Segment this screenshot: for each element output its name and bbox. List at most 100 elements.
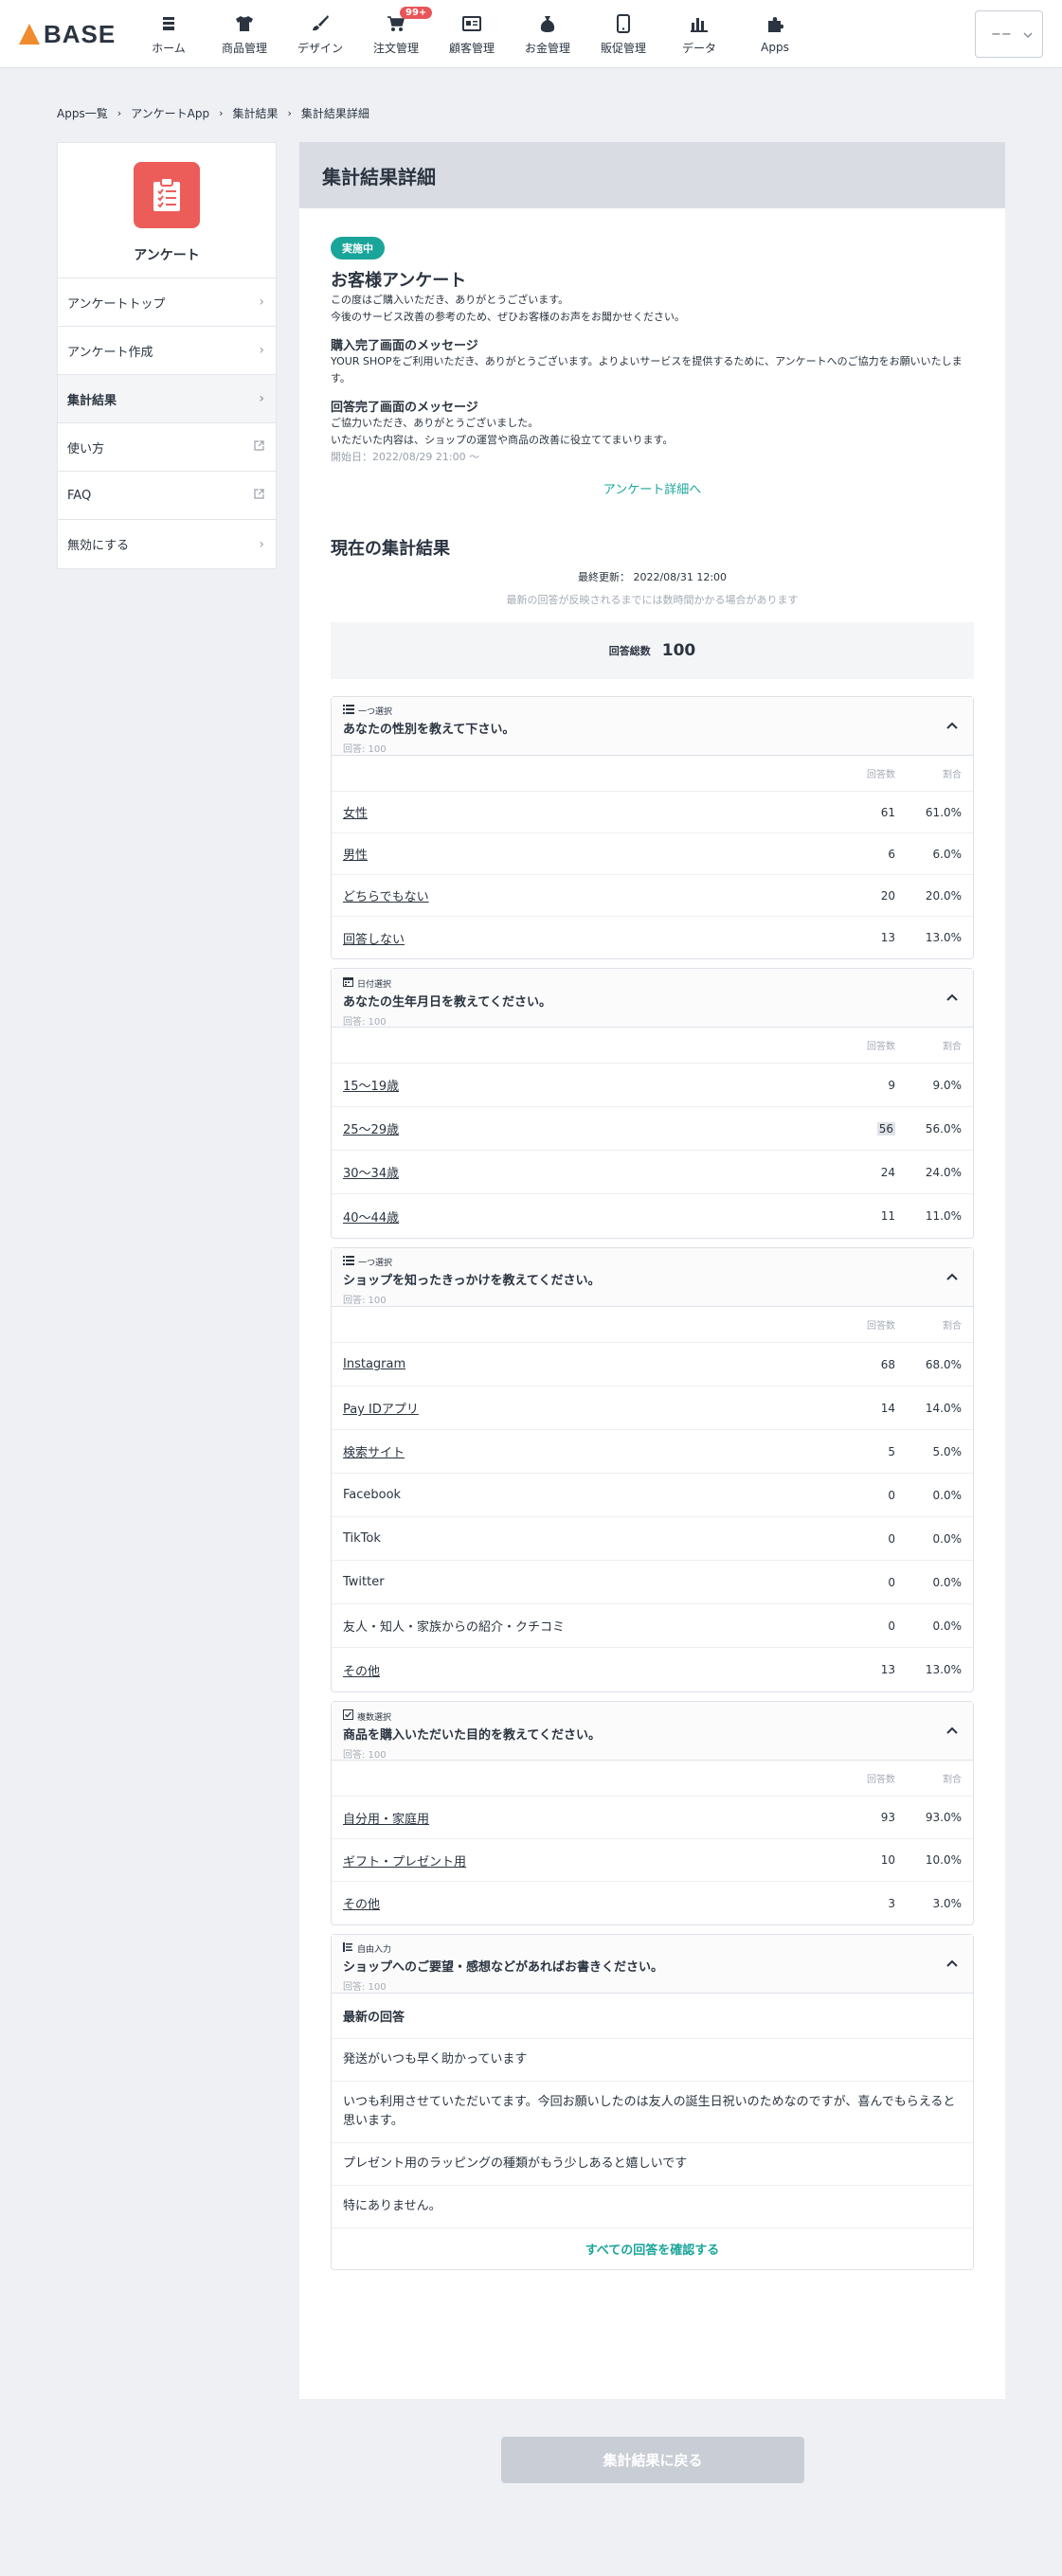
logo-text: BASE bbox=[44, 19, 117, 48]
lag-note: 最新の回答が反映されるまでには数時間かかる場合があります bbox=[506, 594, 799, 606]
option-count: 9 bbox=[838, 1079, 895, 1092]
sidebar-item-usage[interactable]: 使い方 bbox=[58, 423, 276, 472]
sidebar-item-label: アンケート作成 bbox=[67, 345, 153, 360]
option-label[interactable]: ギフト・プレゼント用 bbox=[343, 1852, 838, 1869]
purchase-message-title: 購入完了画面のメッセージ bbox=[331, 339, 478, 353]
nav-label: データ bbox=[681, 41, 716, 55]
question-card: 一つ選択 ショップを知ったきっかけを教えてください。 回答: 100 回答数 割合 Ins… bbox=[331, 1247, 974, 1692]
nav-customers[interactable]: 顧客管理 bbox=[434, 0, 510, 68]
table-row: Pay IDアプリ 14 14.0% bbox=[332, 1386, 973, 1430]
option-count: 0 bbox=[838, 1489, 895, 1502]
top-header: BASE ホーム 商品管理 デザイン 99+ 注文管理 顧客管理 お金管理 販促… bbox=[0, 0, 1062, 68]
option-label[interactable]: Instagram bbox=[343, 1357, 838, 1371]
question-title: ショップを知ったきっかけを教えてください。 bbox=[343, 1274, 601, 1288]
table-row: Instagram 68 68.0% bbox=[332, 1343, 973, 1386]
view-all-answers-link[interactable]: すべての回答を確認する bbox=[332, 2228, 973, 2269]
purchase-message: YOUR SHOPをご利用いただき、ありがとうございます。よりよいサービスを提供… bbox=[331, 355, 963, 385]
nav-apps[interactable]: Apps bbox=[737, 0, 813, 68]
option-label[interactable]: 40〜44歳 bbox=[343, 1208, 838, 1225]
sidebar-item-create[interactable]: アンケート作成 › bbox=[58, 327, 276, 375]
nav-home[interactable]: ホーム bbox=[131, 0, 207, 68]
option-count: 0 bbox=[838, 1576, 895, 1589]
customer-card-icon bbox=[461, 13, 482, 34]
question-header: 日付選択 あなたの生年月日を教えてください。 回答: 100 bbox=[332, 969, 973, 1028]
external-link-icon bbox=[254, 488, 264, 503]
status-badge: 実施中 bbox=[331, 237, 385, 259]
option-label[interactable]: 回答しない bbox=[343, 929, 838, 947]
logo-mark-icon bbox=[19, 24, 40, 45]
sidebar-item-results[interactable]: 集計結果 › bbox=[58, 375, 276, 423]
option-label: Twitter bbox=[343, 1575, 385, 1589]
option-ratio: 20.0% bbox=[925, 888, 962, 903]
option-count: 14 bbox=[838, 1402, 895, 1415]
collapse-chevron-up-icon[interactable] bbox=[945, 1269, 960, 1284]
option-label[interactable]: どちらでもない bbox=[343, 886, 838, 904]
question-count: 回答: 100 bbox=[343, 744, 387, 755]
question-count: 回答: 100 bbox=[343, 1750, 387, 1761]
collapse-chevron-up-icon[interactable] bbox=[945, 718, 960, 733]
base-logo[interactable]: BASE bbox=[19, 19, 116, 49]
option-label: Facebook bbox=[343, 1488, 402, 1502]
option-label[interactable]: 15〜19歳 bbox=[343, 1076, 838, 1094]
option-count: 3 bbox=[838, 1897, 895, 1910]
question-count: 回答: 100 bbox=[343, 1296, 387, 1306]
nav-products[interactable]: 商品管理 bbox=[207, 0, 282, 68]
breadcrumb-results[interactable]: 集計結果 bbox=[232, 105, 278, 121]
option-count: 5 bbox=[838, 1445, 895, 1458]
smartphone-icon bbox=[613, 13, 634, 34]
main-nav: ホーム 商品管理 デザイン 99+ 注文管理 顧客管理 お金管理 販促管理 デー… bbox=[131, 0, 813, 68]
collapse-chevron-up-icon[interactable] bbox=[945, 1956, 960, 1971]
money-bag-icon bbox=[537, 13, 558, 34]
breadcrumb-apps[interactable]: Apps一覧 bbox=[57, 105, 108, 121]
option-count: 56 bbox=[838, 1121, 895, 1136]
sidebar-item-label: アンケートトップ bbox=[67, 296, 166, 312]
table-row: 自分用・家庭用 93 93.0% bbox=[332, 1797, 973, 1839]
option-label[interactable]: 25〜29歳 bbox=[343, 1119, 838, 1137]
option-label[interactable]: 自分用・家庭用 bbox=[343, 1809, 838, 1827]
option-label[interactable]: Pay IDアプリ bbox=[343, 1399, 838, 1417]
option-ratio: 0.0% bbox=[932, 1575, 963, 1589]
sidebar-item-faq[interactable]: FAQ bbox=[58, 472, 276, 520]
survey-intro-2: 今後のサービス改善の参考のため、ぜひお客様のお声をお聞かせください。 bbox=[331, 311, 685, 323]
chevron-right-icon: › bbox=[117, 107, 122, 119]
sidebar-title: アンケート bbox=[134, 248, 200, 263]
question-card: 複数選択 商品を購入いただいた目的を教えてください。 回答: 100 回答数 割合 自分用… bbox=[331, 1701, 974, 1925]
main-content: 実施中 お客様アンケート この度はご購入いただき、ありがとうございます。 今後の… bbox=[299, 208, 1005, 2270]
nav-data[interactable]: データ bbox=[661, 0, 737, 68]
option-count-value: 0 bbox=[888, 1531, 895, 1546]
question-title: ショップへのご要望・感想などがあればお書きください。 bbox=[343, 1960, 664, 1975]
option-ratio: 93.0% bbox=[925, 1811, 962, 1824]
nav-label: Apps bbox=[761, 41, 789, 54]
results-title: 現在の集計結果 bbox=[331, 539, 450, 559]
option-count: 0 bbox=[838, 1619, 895, 1633]
sidebar-item-disable[interactable]: 無効にする › bbox=[58, 520, 276, 568]
table-row: 40〜44歳 11 11.0% bbox=[332, 1194, 973, 1238]
option-ratio: 56.0% bbox=[925, 1121, 962, 1136]
option-label: 友人・知人・家族からの紹介・クチコミ bbox=[343, 1620, 566, 1635]
option-count: 13 bbox=[838, 931, 895, 944]
option-count-value: 10 bbox=[880, 1853, 895, 1867]
question-header: 複数選択 商品を購入いただいた目的を教えてください。 回答: 100 bbox=[332, 1702, 973, 1761]
total-label: 回答総数 bbox=[608, 645, 651, 657]
option-label[interactable]: その他 bbox=[343, 1894, 838, 1912]
collapse-chevron-up-icon[interactable] bbox=[945, 990, 960, 1005]
nav-money[interactable]: お金管理 bbox=[510, 0, 585, 68]
option-label[interactable]: 検索サイト bbox=[343, 1442, 838, 1460]
breadcrumb-survey-app[interactable]: アンケートApp bbox=[131, 105, 209, 121]
survey-detail-link[interactable]: アンケート詳細へ bbox=[331, 479, 974, 497]
nav-orders[interactable]: 99+ 注文管理 bbox=[358, 0, 434, 68]
collapse-chevron-up-icon[interactable] bbox=[945, 1723, 960, 1738]
option-label[interactable]: その他 bbox=[343, 1661, 838, 1679]
option-label[interactable]: 30〜34歳 bbox=[343, 1163, 838, 1181]
question-type: 一つ選択 bbox=[343, 1256, 962, 1268]
survey-intro-1: この度はご購入いただき、ありがとうございます。 bbox=[331, 294, 569, 306]
nav-promotion[interactable]: 販促管理 bbox=[585, 0, 661, 68]
option-label[interactable]: 男性 bbox=[343, 845, 838, 863]
back-to-results-button[interactable]: 集計結果に戻る bbox=[501, 2437, 804, 2483]
nav-design[interactable]: デザイン bbox=[282, 0, 358, 68]
option-label[interactable]: 女性 bbox=[343, 803, 838, 821]
answer-message-title: 回答完了画面のメッセージ bbox=[331, 401, 478, 415]
shop-selector[interactable]: −− bbox=[975, 10, 1043, 58]
nav-label: 顧客管理 bbox=[448, 41, 495, 55]
sidebar-item-survey-top[interactable]: アンケートトップ › bbox=[58, 278, 276, 327]
